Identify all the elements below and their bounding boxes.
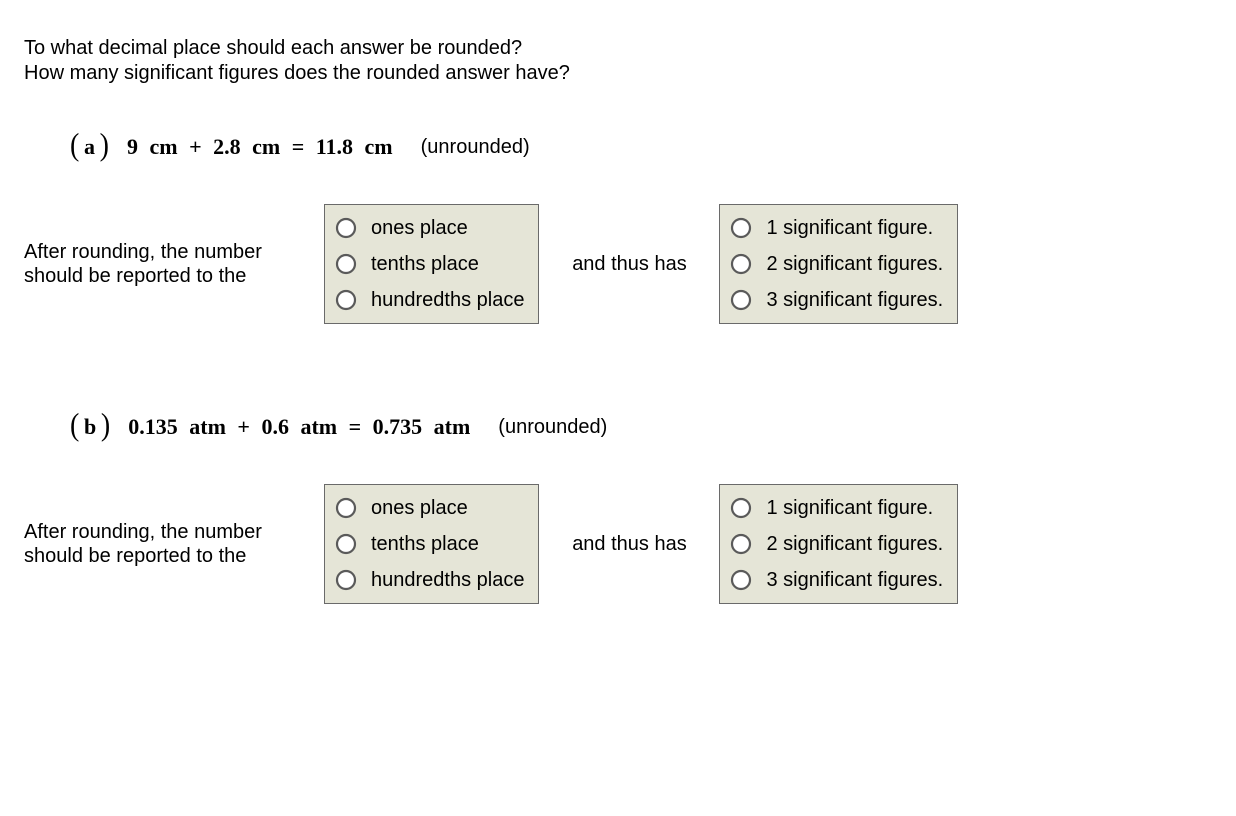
sigfig-option-label: 1 significant figure.: [766, 493, 933, 523]
intro-line-2: How many significant figures does the ro…: [24, 61, 1212, 86]
place-option-label: ones place: [371, 493, 468, 523]
part-label-a: a: [80, 134, 99, 160]
equation-note-a: (unrounded): [421, 136, 530, 159]
place-option-label: hundredths place: [371, 565, 524, 595]
middle-text-a: and thus has: [539, 253, 719, 276]
lead-text-a: After rounding, the number should be rep…: [24, 240, 324, 288]
equation-note-b: (unrounded): [498, 416, 607, 439]
intro-line-1: To what decimal place should each answer…: [24, 36, 1212, 61]
sigfig-choice-box-b: 1 significant figure. 2 significant figu…: [719, 484, 958, 604]
sigfig-option-label: 2 significant figures.: [766, 529, 943, 559]
place-option-label: hundredths place: [371, 285, 524, 315]
radio-icon[interactable]: [730, 289, 752, 311]
question-intro: To what decimal place should each answer…: [24, 36, 1212, 86]
radio-icon[interactable]: [335, 497, 357, 519]
equation-a: 9 cm + 2.8 cm = 11.8 cm: [127, 134, 393, 160]
radio-icon[interactable]: [335, 289, 357, 311]
radio-icon[interactable]: [335, 253, 357, 275]
place-option-label: ones place: [371, 213, 468, 243]
sigfig-option-label: 3 significant figures.: [766, 565, 943, 595]
radio-icon[interactable]: [730, 569, 752, 591]
place-option-label: tenths place: [371, 249, 479, 279]
radio-icon[interactable]: [730, 217, 752, 239]
radio-icon[interactable]: [335, 569, 357, 591]
radio-icon[interactable]: [730, 533, 752, 555]
middle-text-b: and thus has: [539, 533, 719, 556]
sigfig-option-label: 1 significant figure.: [766, 213, 933, 243]
equation-b: 0.135 atm + 0.6 atm = 0.735 atm: [128, 414, 470, 440]
place-choice-box-b: ones place tenths place hundredths place: [324, 484, 539, 604]
problem-a: a 9 cm + 2.8 cm = 11.8 cm (unrounded) Af…: [24, 134, 1212, 324]
lead-text-b: After rounding, the number should be rep…: [24, 520, 324, 568]
radio-icon[interactable]: [335, 217, 357, 239]
part-label-b: b: [80, 414, 100, 440]
sigfig-option-label: 2 significant figures.: [766, 249, 943, 279]
place-choice-box-a: ones place tenths place hundredths place: [324, 204, 539, 324]
radio-icon[interactable]: [730, 253, 752, 275]
problem-b: b 0.135 atm + 0.6 atm = 0.735 atm (unrou…: [24, 414, 1212, 604]
radio-icon[interactable]: [730, 497, 752, 519]
sigfig-option-label: 3 significant figures.: [766, 285, 943, 315]
place-option-label: tenths place: [371, 529, 479, 559]
sigfig-choice-box-a: 1 significant figure. 2 significant figu…: [719, 204, 958, 324]
radio-icon[interactable]: [335, 533, 357, 555]
